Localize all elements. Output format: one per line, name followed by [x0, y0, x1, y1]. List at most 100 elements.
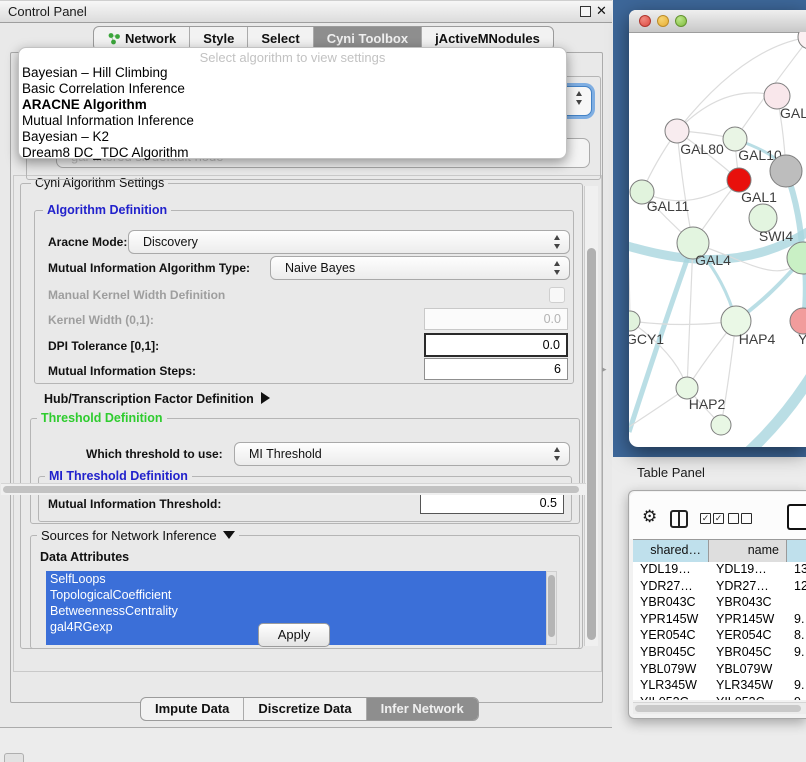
table-cell: YER054C	[633, 627, 709, 644]
network-window-titlebar[interactable]	[629, 10, 806, 33]
table-row[interactable]: YDR27…YDR27…12	[633, 578, 806, 595]
network-node-gal80[interactable]	[665, 119, 689, 143]
table-cell: YBR045C	[633, 644, 709, 661]
settings-vertical-scrollbar[interactable]	[584, 186, 598, 646]
attribute-item[interactable]: TopologicalCoefficient	[46, 587, 546, 603]
attribute-item[interactable]: BetweennessCentrality	[46, 603, 546, 619]
network-canvas[interactable]: GALGAL80GAL10GAL1GAL11SWI4GAL4GCY1HAP4YH…	[629, 32, 806, 447]
float-window-icon[interactable]	[580, 6, 591, 17]
network-node[interactable]	[711, 415, 731, 435]
column-header[interactable]	[787, 540, 806, 562]
tab-label: jActiveMNodules	[435, 31, 540, 46]
column-header[interactable]: shared…	[633, 540, 709, 562]
attributes-scrollbar-thumb[interactable]	[548, 575, 555, 637]
algorithm-option[interactable]: Mutual Information Inference	[19, 113, 566, 129]
table-horizontal-scrollbar[interactable]	[633, 702, 806, 714]
columns-icon[interactable]	[670, 510, 688, 528]
table-cell: 9.	[787, 611, 806, 628]
checked-checkbox-icon[interactable]: ✓	[713, 513, 724, 524]
table-row[interactable]: YBR043CYBR043C	[633, 594, 806, 611]
attribute-item[interactable]: SelfLoops	[46, 571, 546, 587]
network-node[interactable]	[787, 242, 806, 274]
table-cell: 8.	[787, 627, 806, 644]
minimize-traffic-light-icon[interactable]	[657, 15, 669, 27]
aracne-mode-value: Discovery	[143, 231, 198, 253]
hub-definition-toggle[interactable]: Hub/Transcription Factor Definition	[44, 392, 270, 406]
tab-label: Style	[203, 31, 234, 46]
tab-label: Select	[261, 31, 299, 46]
settings-horizontal-scrollbar-thumb[interactable]	[3, 486, 579, 493]
document-icon[interactable]	[787, 504, 806, 530]
mi-threshold-group-title: MI Threshold Definition	[45, 469, 192, 483]
dpi-tolerance-input[interactable]	[424, 333, 568, 357]
algorithm-option[interactable]: Bayesian – K2	[19, 129, 566, 145]
node-label: GAL80	[680, 141, 724, 157]
column-header[interactable]: name	[709, 540, 787, 562]
network-edge[interactable]	[630, 321, 736, 325]
control-panel-titlebar[interactable]: Control Panel ✕	[0, 0, 612, 23]
table-cell: YPR145W	[709, 611, 787, 628]
node-label: HAP2	[689, 396, 726, 412]
checked-checkbox-icon[interactable]: ✓	[700, 513, 711, 524]
manual-kernel-checkbox[interactable]	[549, 287, 565, 303]
table-row[interactable]: YDL19…YDL19…13	[633, 561, 806, 578]
mi-type-label: Mutual Information Algorithm Type:	[48, 261, 250, 275]
stepper-arrows-icon	[554, 235, 561, 249]
node-label: GAL11	[647, 198, 690, 214]
data-attributes-label: Data Attributes	[40, 550, 129, 564]
table-cell: YDR27…	[709, 578, 787, 595]
algorithm-option[interactable]: ARACNE Algorithm	[19, 97, 566, 113]
aracne-mode-combobox[interactable]: Discovery	[128, 230, 570, 254]
zoom-traffic-light-icon[interactable]	[675, 15, 687, 27]
network-node[interactable]	[770, 155, 802, 187]
mi-steps-input[interactable]	[424, 358, 568, 380]
application-root: Control Panel ✕ NetworkStyleSelectCyni T…	[0, 0, 806, 762]
algorithm-option[interactable]: Dream8 DC_TDC Algorithm	[19, 145, 566, 161]
node-label: Y	[798, 331, 806, 347]
table-row[interactable]: YPR145WYPR145W9.	[633, 611, 806, 628]
settings-horizontal-scrollbar[interactable]	[1, 483, 586, 495]
kernel-width-input[interactable]	[424, 308, 568, 330]
manual-kernel-label: Manual Kernel Width Definition	[48, 288, 225, 302]
table-cell: YLR345W	[709, 677, 787, 694]
table-panel-title: Table Panel	[637, 465, 705, 480]
tab-impute-data[interactable]: Impute Data	[141, 698, 243, 720]
table-cell: 9.	[787, 644, 806, 661]
tab-discretize-data[interactable]: Discretize Data	[243, 698, 365, 720]
mi-threshold-input[interactable]	[420, 492, 564, 514]
network-node-gcy1[interactable]	[629, 311, 640, 331]
table-row[interactable]: YBR045CYBR045C9.	[633, 644, 806, 661]
close-icon[interactable]: ✕	[596, 3, 607, 19]
mi-type-combobox[interactable]: Naive Bayes	[270, 256, 570, 280]
tab-label: Network	[125, 31, 176, 46]
network-edge[interactable]	[687, 243, 693, 388]
network-edge[interactable]	[629, 152, 630, 321]
network-edge[interactable]	[677, 93, 777, 131]
kernel-width-label: Kernel Width (0,1):	[48, 313, 154, 327]
which-threshold-label: Which threshold to use:	[86, 447, 223, 461]
settings-vertical-scrollbar-thumb[interactable]	[587, 248, 596, 640]
node-label: GAL4	[695, 252, 731, 268]
network-node[interactable]	[798, 32, 806, 49]
which-threshold-combobox[interactable]: MI Threshold	[234, 442, 570, 466]
unchecked-checkbox-icon[interactable]	[728, 513, 739, 524]
table-row[interactable]: YLR345WYLR345W9.	[633, 677, 806, 694]
table-row[interactable]: YIL052CYIL052C9.	[633, 694, 806, 700]
algorithm-option[interactable]: Basic Correlation Inference	[19, 81, 566, 97]
attributes-scrollbar[interactable]	[546, 571, 557, 645]
close-traffic-light-icon[interactable]	[639, 15, 651, 27]
panel-splitter-handle[interactable]: ▸	[602, 364, 607, 375]
node-label: GAL1	[741, 189, 777, 205]
table-header-row: shared…name	[633, 539, 806, 561]
node-label: GAL	[780, 105, 806, 121]
corner-button[interactable]	[4, 753, 24, 762]
algorithm-option[interactable]: Bayesian – Hill Climbing	[19, 65, 566, 81]
table-row[interactable]: YBL079WYBL079W	[633, 661, 806, 678]
apply-button[interactable]: Apply	[258, 623, 330, 647]
unchecked-checkbox-icon[interactable]	[741, 513, 752, 524]
table-horizontal-scrollbar-thumb[interactable]	[635, 705, 801, 712]
tab-infer-network[interactable]: Infer Network	[366, 698, 478, 720]
gear-icon[interactable]: ⚙	[642, 508, 657, 525]
table-row[interactable]: YER054CYER054C8.	[633, 627, 806, 644]
sources-toggle[interactable]: Sources for Network Inference	[37, 528, 239, 543]
